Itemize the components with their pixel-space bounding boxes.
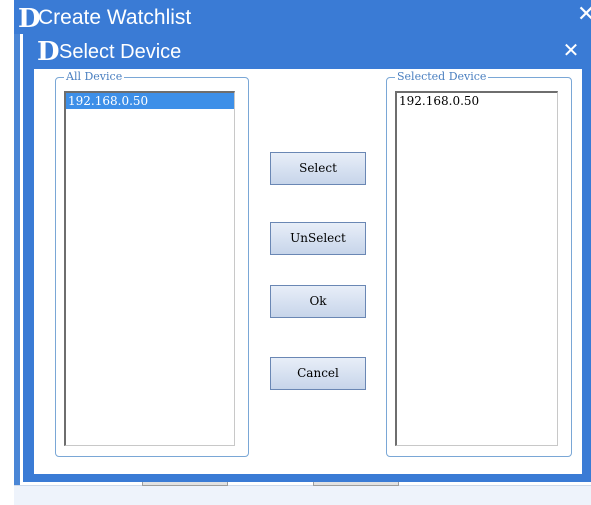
- dlink-logo-icon: D: [18, 4, 41, 34]
- close-icon[interactable]: ✕: [577, 4, 591, 26]
- select-button[interactable]: Select: [270, 152, 366, 185]
- list-item[interactable]: 192.168.0.50: [66, 93, 234, 109]
- all-device-group: All Device 192.168.0.50: [55, 70, 249, 457]
- dialog-title: Select Device: [59, 41, 182, 63]
- selected-device-group: Selected Device 192.168.0.50: [386, 70, 572, 457]
- unselect-button[interactable]: UnSelect: [270, 222, 366, 255]
- create-watchlist-title: Create Watchlist: [38, 6, 192, 29]
- dialog-content: All Device 192.168.0.50 Select UnSelect …: [34, 69, 582, 474]
- cancel-button[interactable]: Cancel: [270, 357, 366, 390]
- dlink-logo-icon: D: [37, 37, 60, 67]
- window-frame-bottom: [14, 485, 591, 505]
- dialog-titlebar: D Select Device ✕: [23, 31, 591, 67]
- list-item[interactable]: 192.168.0.50: [397, 93, 557, 109]
- selected-device-label: Selected Device: [395, 70, 489, 84]
- all-device-label: All Device: [64, 70, 125, 84]
- window-frame-left: [14, 34, 20, 504]
- select-device-dialog: D Select Device ✕ All Device 192.168.0.5…: [23, 31, 591, 482]
- ok-button[interactable]: Ok: [270, 285, 366, 318]
- selected-device-list[interactable]: 192.168.0.50: [395, 91, 558, 446]
- close-icon[interactable]: ✕: [559, 38, 583, 62]
- all-device-list[interactable]: 192.168.0.50: [64, 91, 235, 446]
